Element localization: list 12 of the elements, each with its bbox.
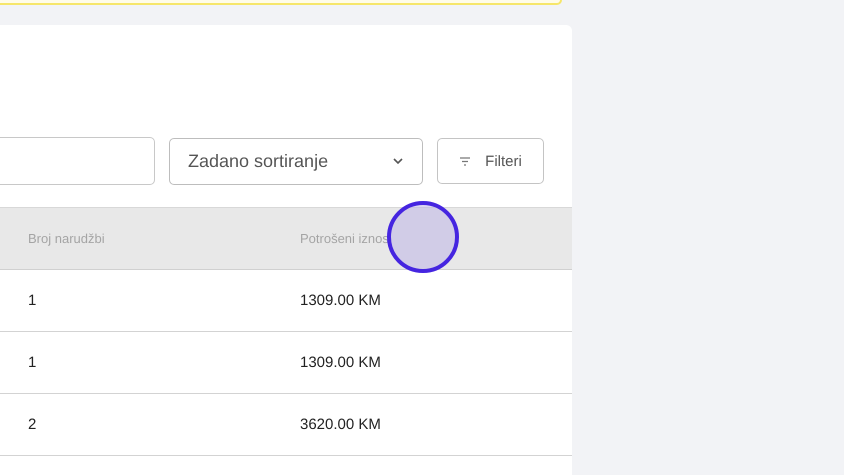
table-cell: 1309.00 KM [300, 292, 381, 309]
filter-icon [459, 156, 472, 166]
table-cell-text: 1 [27, 354, 38, 371]
table-cell: 3620.00 KM [300, 416, 381, 433]
sort-select[interactable]: Zadano sortiranje [169, 138, 423, 184]
table-cell-text: 1 [27, 292, 38, 309]
filter-button[interactable]: Filteri [437, 138, 544, 184]
chevron-down-icon [392, 157, 404, 165]
table-cell: 1309.00 KM [300, 354, 381, 371]
search-field[interactable] [0, 137, 155, 185]
table-cell-text: 2 [27, 416, 38, 433]
column-header: Broj narudžbi [27, 231, 106, 246]
